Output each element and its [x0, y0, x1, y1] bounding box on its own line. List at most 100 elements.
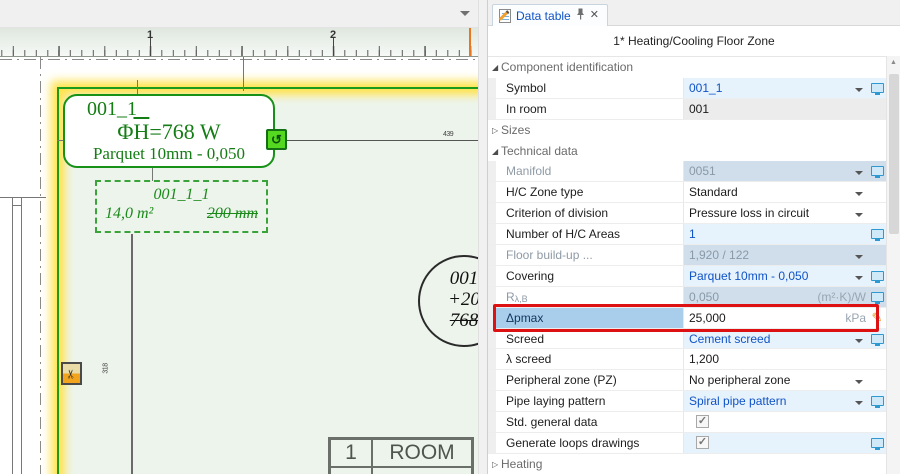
connector-line: [152, 167, 153, 181]
expander-icon[interactable]: ▷: [488, 126, 501, 135]
rotate-icon[interactable]: ↺: [266, 129, 287, 150]
property-value[interactable]: Standard ✎ ✓: [684, 182, 886, 202]
property-value-text[interactable]: Cement screed: [689, 332, 852, 346]
property-row[interactable]: λ screed 1,200 ✎ ✓: [488, 349, 886, 370]
dropdown-arrow-icon[interactable]: [855, 213, 863, 221]
property-row[interactable]: In room 001 ✎ ✓: [488, 99, 886, 120]
monitor-icon[interactable]: [871, 438, 884, 448]
pin-icon[interactable]: [576, 8, 585, 23]
property-value-text[interactable]: 0051: [689, 164, 852, 178]
property-row[interactable]: Symbol 001_1 ✎ ✓: [488, 78, 886, 99]
property-value[interactable]: 001_1 ✎ ✓: [684, 78, 886, 98]
property-value-text[interactable]: 0,050: [689, 290, 803, 304]
monitor-icon[interactable]: [871, 396, 884, 406]
room-table[interactable]: 1 ROOM 1 14,0 m²: [328, 437, 474, 474]
monitor-icon[interactable]: [871, 83, 884, 93]
property-value[interactable]: Spiral pipe pattern ✎ ✓: [684, 391, 886, 411]
property-value-text[interactable]: 1,920 / 122: [689, 248, 852, 262]
row-gutter: [488, 391, 496, 411]
property-label: H/C Zone type: [496, 182, 684, 202]
panel-scrollbar[interactable]: ▲: [886, 56, 900, 474]
axis-dashdot-vertical: [40, 57, 41, 474]
property-value[interactable]: 0,050 (m²·K)/W ✎ ✓: [684, 287, 886, 307]
property-row[interactable]: Floor build-up ... 1,920 / 122 ✎ ✓: [488, 245, 886, 266]
property-value-text[interactable]: 1: [689, 227, 852, 241]
property-row[interactable]: Generate loops drawings ✎ ✓: [488, 433, 886, 454]
scrollbar-thumb[interactable]: [889, 74, 899, 234]
property-row[interactable]: Criterion of division Pressure loss in c…: [488, 203, 886, 224]
property-value[interactable]: Pressure loss in circuit ✎ ✓: [684, 203, 886, 223]
property-label-text: In room: [506, 102, 547, 116]
property-row[interactable]: Peripheral zone (PZ) No peripheral zone …: [488, 370, 886, 391]
drawing-area[interactable]: 439 318 001_1 ΦH=768 W Parquet 10mm - 0,…: [0, 57, 478, 474]
property-value-text[interactable]: 1,200: [689, 352, 852, 366]
monitor-icon[interactable]: [871, 334, 884, 344]
panel-divider[interactable]: [478, 0, 488, 474]
property-value[interactable]: ✎ ✓: [684, 433, 886, 453]
toolbar-dropdown-icon[interactable]: [460, 11, 470, 21]
property-value-text[interactable]: Standard: [689, 185, 852, 199]
expander-icon[interactable]: ▷: [488, 460, 501, 469]
dropdown-arrow-icon[interactable]: [855, 88, 863, 96]
close-icon[interactable]: ✕: [590, 10, 599, 21]
property-value-text[interactable]: 001_1: [689, 81, 852, 95]
group-header[interactable]: ▷ Sizes: [488, 120, 886, 141]
property-value-text[interactable]: No peripheral zone: [689, 373, 852, 387]
data-table-icon: [499, 9, 511, 23]
property-row[interactable]: Manifold 0051 ✎ ✓: [488, 161, 886, 182]
group-header[interactable]: ◢ Technical data: [488, 141, 886, 162]
property-value[interactable]: Parquet 10mm - 0,050 ✎ ✓: [684, 266, 886, 286]
monitor-icon[interactable]: [871, 229, 884, 239]
property-value[interactable]: 001 ✎ ✓: [684, 99, 886, 119]
dropdown-arrow-icon[interactable]: [855, 380, 863, 388]
dropdown-arrow-icon[interactable]: [855, 255, 863, 263]
dropdown-arrow-icon[interactable]: [855, 276, 863, 284]
property-value-text[interactable]: 001: [689, 102, 852, 116]
property-value[interactable]: ✎ ✓: [684, 412, 886, 432]
group-header[interactable]: ▷ Heating: [488, 454, 886, 474]
checkbox[interactable]: ✓: [696, 415, 709, 428]
monitor-icon[interactable]: [871, 292, 884, 302]
property-value[interactable]: 1,200 ✎ ✓: [684, 349, 886, 369]
property-value[interactable]: 25,000 kPa ✎ ✓: [684, 308, 886, 328]
property-value[interactable]: 0051 ✎ ✓: [684, 161, 886, 181]
monitor-icon[interactable]: [871, 271, 884, 281]
dropdown-arrow-icon[interactable]: [855, 171, 863, 179]
data-table-panel: Data table ✕ 1* Heating/Cooling Floor Zo…: [488, 0, 900, 474]
property-row[interactable]: Pipe laying pattern Spiral pipe pattern …: [488, 391, 886, 412]
monitor-icon[interactable]: [871, 166, 884, 176]
property-value-text[interactable]: Spiral pipe pattern: [689, 394, 852, 408]
zone-covering: Parquet 10mm - 0,050: [65, 144, 273, 164]
property-row[interactable]: Number of H/C Areas 1 ✎ ✓: [488, 224, 886, 245]
property-value[interactable]: 1,920 / 122 ✎ ✓: [684, 245, 886, 265]
wall-line: [0, 197, 46, 198]
property-label-text: λ screed: [506, 352, 551, 366]
property-value-text[interactable]: Pressure loss in circuit: [689, 206, 852, 220]
tab-data-table[interactable]: Data table ✕: [492, 4, 608, 26]
pencil-icon[interactable]: ✎: [872, 311, 883, 324]
expander-icon[interactable]: ◢: [488, 63, 501, 72]
property-row[interactable]: Std. general data ✎ ✓: [488, 412, 886, 433]
property-row[interactable]: H/C Zone type Standard ✎ ✓: [488, 182, 886, 203]
property-row[interactable]: Rλ,B 0,050 (m²·K)/W ✎ ✓: [488, 287, 886, 308]
property-row[interactable]: Covering Parquet 10mm - 0,050 ✎ ✓: [488, 266, 886, 287]
property-value-text[interactable]: Parquet 10mm - 0,050: [689, 269, 852, 283]
dropdown-arrow-icon[interactable]: [855, 192, 863, 200]
property-row[interactable]: Screed Cement screed ✎ ✓: [488, 329, 886, 350]
dropdown-arrow-icon[interactable]: [855, 401, 863, 409]
zone-label-box[interactable]: 001_1 ΦH=768 W Parquet 10mm - 0,050: [63, 94, 275, 168]
checkbox[interactable]: ✓: [696, 436, 709, 449]
scroll-up-icon[interactable]: ▲: [887, 56, 900, 70]
property-row[interactable]: Δpmax 25,000 kPa ✎ ✓: [488, 308, 886, 329]
expander-icon[interactable]: ◢: [488, 147, 501, 156]
dropdown-arrow-icon[interactable]: [855, 339, 863, 347]
scissors-marker-icon[interactable]: ✂: [61, 362, 82, 385]
property-value[interactable]: Cement screed ✎ ✓: [684, 329, 886, 349]
property-value[interactable]: No peripheral zone ✎ ✓: [684, 370, 886, 390]
group-header[interactable]: ◢ Component identification: [488, 57, 886, 78]
property-value[interactable]: 1 ✎ ✓: [684, 224, 886, 244]
hc-area-label-box[interactable]: 001_1_1 14,0 m²200 mm: [95, 180, 268, 233]
checkmark-icon: ✓: [698, 416, 707, 427]
property-value-text[interactable]: 25,000: [689, 311, 831, 325]
drawing-canvas[interactable]: 1 2 439 318 001_1: [0, 0, 478, 474]
